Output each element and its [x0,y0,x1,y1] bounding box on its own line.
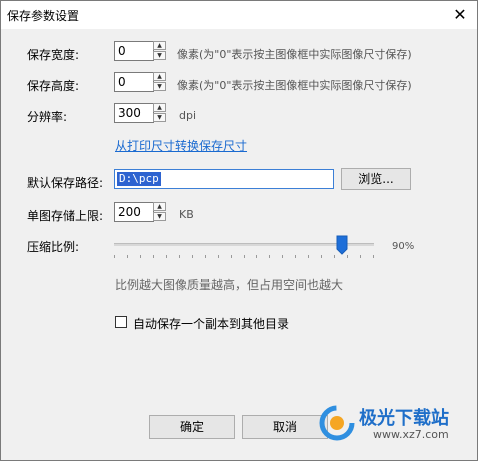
slider-tick [308,255,309,258]
slider-tick [114,255,115,258]
slider-tick [282,255,283,258]
height-hint: 像素(为"0"表示按主图像框中实际图像尺寸保存) [177,79,412,92]
compression-note: 比例越大图像质量越高，但占用空间也越大 [115,278,344,292]
width-up-icon[interactable]: ▲ [153,41,166,50]
width-stepper[interactable]: ▲ ▼ [153,41,166,61]
max-size-label: 单图存储上限: [27,209,104,223]
slider-tick [269,255,270,258]
height-value: 0 [118,75,126,89]
resolution-input[interactable]: 300 [114,103,154,123]
compression-slider[interactable] [114,235,374,265]
resolution-value: 300 [118,106,141,120]
width-input[interactable]: 0 [114,41,154,61]
height-input[interactable]: 0 [114,72,154,92]
slider-tick [140,255,141,258]
slider-tick [373,255,374,258]
max-size-down-icon[interactable]: ▼ [153,212,166,221]
watermark-text: 极光下载站 [359,408,449,429]
height-stepper[interactable]: ▲ ▼ [153,72,166,92]
max-size-up-icon[interactable]: ▲ [153,202,166,211]
height-label: 保存高度: [27,79,80,93]
resolution-down-icon[interactable]: ▼ [153,113,166,122]
max-size-value: 200 [118,205,141,219]
close-icon[interactable]: ✕ [449,4,471,26]
slider-tick [321,255,322,258]
slider-tick [166,255,167,258]
slider-tick [334,255,335,258]
slider-tick [244,255,245,258]
slider-tick [256,255,257,258]
max-size-stepper[interactable]: ▲ ▼ [153,202,166,222]
width-hint: 像素(为"0"表示按主图像框中实际图像尺寸保存) [177,48,412,61]
resolution-stepper[interactable]: ▲ ▼ [153,103,166,123]
resolution-label: 分辨率: [27,110,68,124]
watermark-logo-icon [319,405,355,441]
title-bar: 保存参数设置 ✕ [1,1,477,29]
slider-tick [360,255,361,258]
width-value: 0 [118,44,126,58]
browse-button[interactable]: 浏览... [341,168,411,190]
slider-tick [127,255,128,258]
slider-ticks [114,255,374,259]
ok-button[interactable]: 确定 [149,415,235,439]
resolution-up-icon[interactable]: ▲ [153,103,166,112]
slider-tick [153,255,154,258]
slider-tick [205,255,206,258]
slider-thumb[interactable] [336,235,348,255]
path-label: 默认保存路径: [27,176,104,190]
width-label: 保存宽度: [27,48,80,62]
convert-size-link[interactable]: 从打印尺寸转换保存尺寸 [115,137,247,154]
path-value: D:\pcp [117,172,161,186]
max-size-unit: KB [179,208,194,221]
compression-value: 90% [392,241,415,252]
slider-tick [179,255,180,258]
slider-tick [347,255,348,258]
height-up-icon[interactable]: ▲ [153,72,166,81]
auto-copy-checkbox[interactable] [115,316,127,328]
slider-tick [218,255,219,258]
path-input[interactable]: D:\pcp [114,169,334,189]
compression-label: 压缩比例: [27,240,80,254]
slider-tick [192,255,193,258]
resolution-unit: dpi [179,109,197,122]
slider-track [114,243,374,246]
auto-copy-label: 自动保存一个副本到其他目录 [133,317,290,331]
slider-tick [295,255,296,258]
slider-tick [231,255,232,258]
width-down-icon[interactable]: ▼ [153,51,166,60]
watermark-url: www.xz7.com [373,428,449,441]
cancel-button[interactable]: 取消 [242,415,328,439]
max-size-input[interactable]: 200 [114,202,154,222]
dialog-window: 保存参数设置 ✕ 保存宽度: 0 ▲ ▼ 像素(为"0"表示按主图像框中实际图像… [0,0,478,461]
window-title: 保存参数设置 [7,9,80,23]
height-down-icon[interactable]: ▼ [153,82,166,91]
